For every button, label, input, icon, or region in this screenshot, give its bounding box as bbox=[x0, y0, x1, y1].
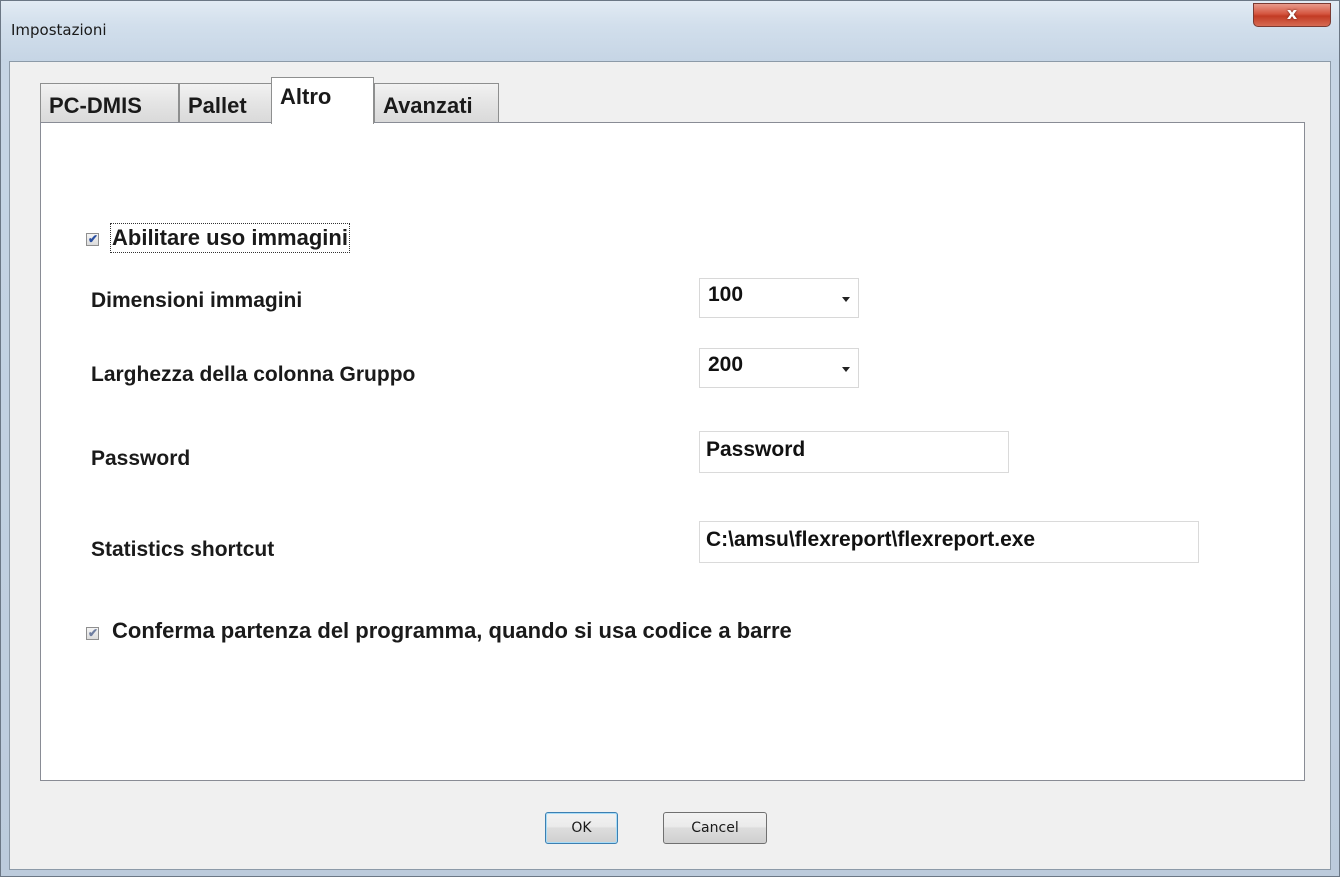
statistics-shortcut-field[interactable]: C:\amsu\flexreport\flexreport.exe bbox=[699, 521, 1199, 563]
confirm-start-label[interactable]: Conferma partenza del programma, quando … bbox=[112, 618, 792, 644]
confirm-start-checkbox[interactable]: ✔ bbox=[86, 626, 99, 640]
tab-altro[interactable]: Altro bbox=[271, 77, 374, 124]
ok-button[interactable]: OK bbox=[545, 812, 618, 844]
enable-images-label[interactable]: Abilitare uso immagini bbox=[110, 223, 350, 253]
checkmark-icon: ✔ bbox=[88, 626, 99, 640]
image-size-select[interactable]: 100 bbox=[699, 278, 859, 318]
group-column-width-label: Larghezza della colonna Gruppo bbox=[91, 363, 416, 386]
close-button[interactable]: x bbox=[1253, 3, 1331, 27]
checkmark-icon: ✔ bbox=[88, 232, 99, 246]
tab-avanzati[interactable]: Avanzati bbox=[374, 83, 499, 123]
image-size-label: Dimensioni immagini bbox=[91, 289, 303, 312]
cancel-button[interactable]: Cancel bbox=[663, 812, 767, 844]
image-size-value: 100 bbox=[708, 283, 744, 306]
chevron-down-icon bbox=[842, 367, 850, 372]
settings-dialog: Impostazioni x PC-DMIS Pallet Altro Avan… bbox=[0, 0, 1340, 877]
statistics-shortcut-label: Statistics shortcut bbox=[91, 538, 275, 561]
password-field[interactable]: Password bbox=[699, 431, 1009, 473]
enable-images-checkbox[interactable]: ✔ bbox=[86, 232, 99, 246]
password-label: Password bbox=[91, 447, 191, 470]
tab-pallet[interactable]: Pallet bbox=[179, 83, 272, 123]
tab-panel-altro: ✔ Abilitare uso immagini Dimensioni imma… bbox=[40, 122, 1305, 781]
window-title: Impostazioni bbox=[11, 21, 107, 39]
chevron-down-icon bbox=[842, 297, 850, 302]
group-column-width-select[interactable]: 200 bbox=[699, 348, 859, 388]
close-icon: x bbox=[1286, 4, 1298, 23]
title-bar[interactable]: Impostazioni x bbox=[1, 1, 1339, 61]
group-column-width-value: 200 bbox=[708, 353, 744, 376]
dialog-client-area: PC-DMIS Pallet Altro Avanzati ✔ Abilitar… bbox=[9, 61, 1331, 870]
tab-pc-dmis[interactable]: PC-DMIS bbox=[40, 83, 179, 123]
